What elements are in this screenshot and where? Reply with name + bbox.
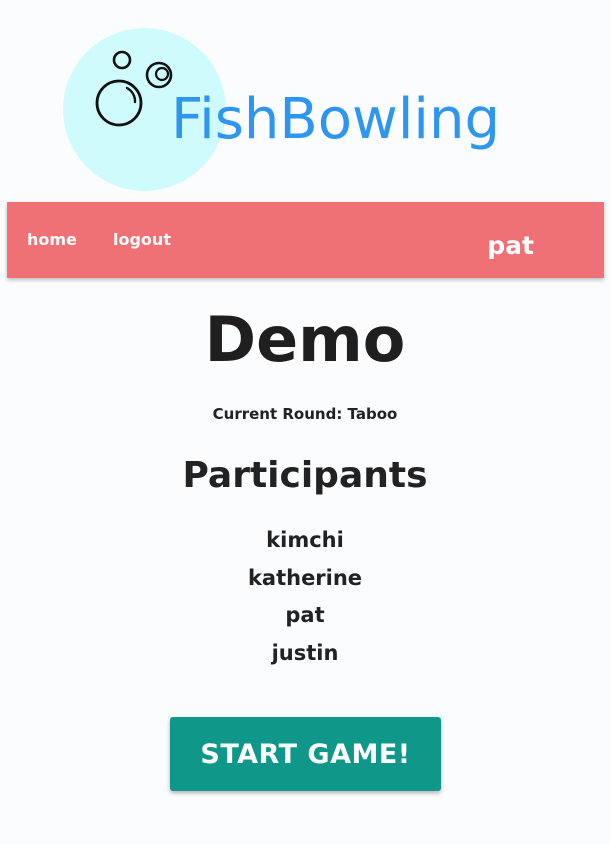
app-logo: FishBowling: [63, 28, 513, 193]
game-title: Demo: [204, 303, 406, 376]
navbar: home logout pat: [7, 202, 604, 278]
logo-text: FishBowling: [171, 87, 500, 152]
current-round-label: Current Round: Taboo: [212, 405, 398, 423]
nav-home-link[interactable]: home: [27, 230, 77, 250]
current-username: pat: [487, 231, 534, 260]
participant-item: pat: [285, 603, 325, 627]
participants-heading: Participants: [182, 455, 428, 496]
nav-logout-link[interactable]: logout: [113, 230, 171, 250]
participant-item: justin: [271, 640, 339, 665]
bubbles-icon: [95, 50, 173, 127]
participants-list: kimchi katherine pat justin: [0, 522, 610, 672]
participant-item: kimchi: [266, 528, 344, 552]
start-game-button[interactable]: START GAME!: [170, 717, 441, 791]
participant-item: katherine: [247, 565, 363, 590]
